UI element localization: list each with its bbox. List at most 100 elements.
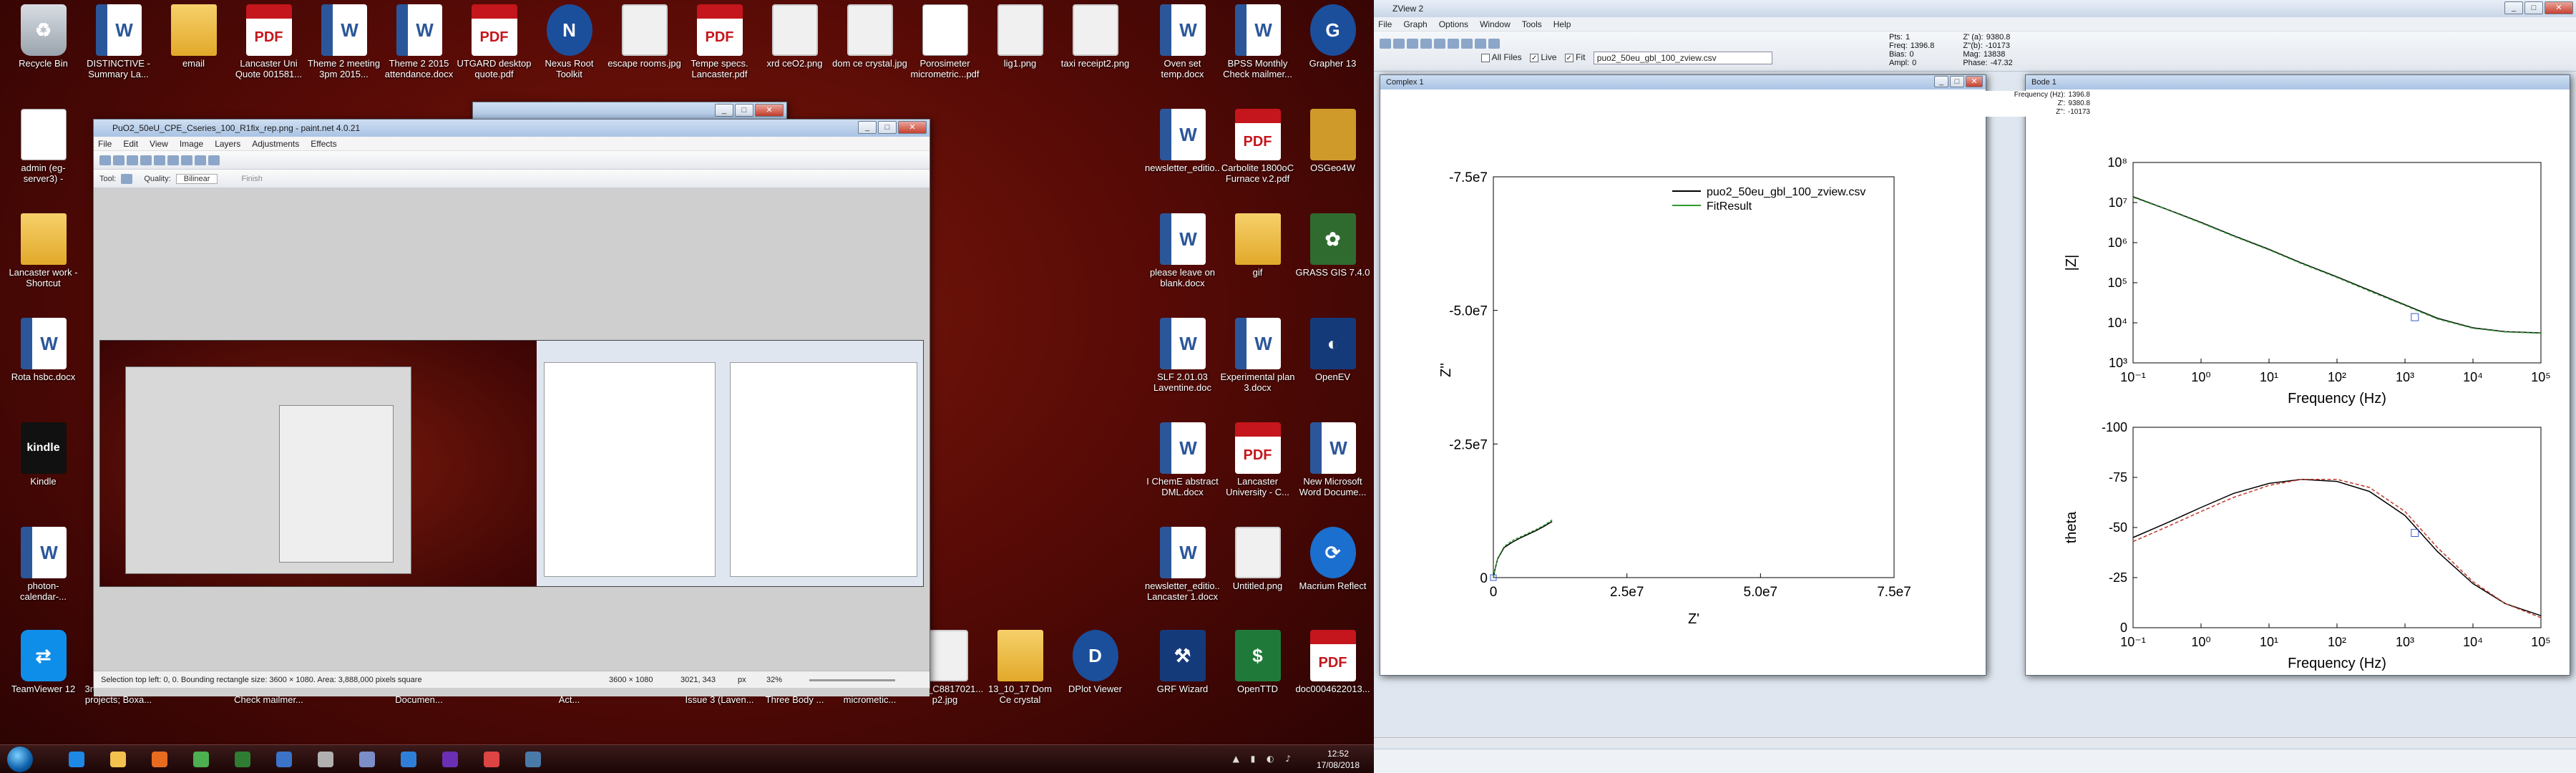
desktop-icon[interactable]: ⚒ GRF Wizard	[1145, 630, 1220, 694]
taskbar-clock[interactable]: 12:52 17/08/2018	[1317, 748, 1360, 771]
explorer-titlebar[interactable]: _ □ ✕	[473, 102, 786, 120]
menu-item[interactable]: File	[1378, 19, 1392, 29]
desktop-icon[interactable]: Untitled.png	[1220, 527, 1295, 591]
save-icon[interactable]	[1393, 39, 1405, 49]
desktop-icon[interactable]: ⟳ Macrium Reflect	[1295, 527, 1370, 591]
taskbar-app-button[interactable]	[223, 747, 262, 772]
complex-titlebar[interactable]: Complex 1 _ □ ✕	[1380, 75, 1986, 89]
taskbar-app-button[interactable]	[431, 747, 469, 772]
menu-item[interactable]: Adjustments	[252, 139, 299, 149]
live-checkbox[interactable]: ✓	[1530, 54, 1539, 62]
desktop-icon[interactable]: kindle Kindle	[6, 422, 81, 487]
save-icon[interactable]	[127, 155, 138, 165]
desktop-icon[interactable]: W DISTINCTIVE - Summary La...	[81, 4, 156, 79]
canvas-image[interactable]	[99, 340, 924, 587]
print-icon[interactable]	[140, 155, 152, 165]
menu-item[interactable]: File	[98, 139, 112, 149]
fit-icon[interactable]	[1475, 39, 1486, 49]
maximize-button[interactable]: □	[2524, 1, 2543, 14]
bode-titlebar[interactable]: Bode 1	[2026, 75, 2570, 89]
desktop-icon[interactable]: ✿ GRASS GIS 7.4.0	[1295, 213, 1370, 278]
desktop-icon[interactable]: Wnewsletter_editio...	[1145, 109, 1220, 173]
paste-icon[interactable]	[181, 155, 192, 165]
close-button[interactable]: ✕	[898, 121, 927, 134]
desktop-icon[interactable]: W Experimental plan 3.docx	[1220, 318, 1295, 393]
desktop-icon[interactable]: Wnewsletter_editio... Lancaster 1.docx	[1145, 527, 1220, 602]
desktop-icon[interactable]: PDF Tempe specs. Lancaster.pdf	[682, 4, 757, 79]
print-icon[interactable]	[1407, 39, 1418, 49]
cursor-icon[interactable]	[1461, 39, 1473, 49]
all-files-checkbox[interactable]	[1481, 54, 1490, 62]
paintnet-window[interactable]: PuO2_50eU_CPE_Cseries_100_R1fix_rep.png …	[93, 119, 930, 696]
nyquist-plot[interactable]: 0 2.5e7 5.0e7 7.5e7 -7.5e7 -5.0e7 -2.5e7 0 Z' Z''…	[1380, 91, 1986, 675]
desktop-icon[interactable]: WI ChemE abstract DML.docx	[1145, 422, 1220, 497]
desktop-icon[interactable]: PDF Lancaster University - C...	[1220, 422, 1295, 497]
menu-item[interactable]: Effects	[311, 139, 336, 149]
quality-select[interactable]: Bilinear	[175, 174, 218, 184]
desktop-icon[interactable]: PDF Carbolite 1800oC Furnace v.2.pdf	[1220, 109, 1295, 184]
menu-item[interactable]: Tools	[1522, 19, 1542, 29]
desktop-icon[interactable]: ⇄ TeamViewer 12	[6, 630, 81, 694]
desktop-icon[interactable]: W Rota hsbc.docx	[6, 318, 81, 382]
menu-item[interactable]: Help	[1553, 19, 1571, 29]
desktop-icon[interactable]: dom ce crystal.jpg	[832, 4, 907, 69]
finish-button[interactable]: Finish	[241, 175, 262, 183]
desktop-icon[interactable]: W Theme 2 meeting 3pm 2015...	[306, 4, 381, 79]
unit-select[interactable]: px	[738, 671, 746, 689]
desktop-icon[interactable]: W Theme 2 2015 attendance.docx	[381, 4, 457, 79]
undo-icon[interactable]	[195, 155, 206, 165]
desktop-icon[interactable]: escape rooms.jpg	[607, 4, 682, 69]
desktop-icon[interactable]: N Nexus Root Toolkit	[532, 4, 607, 79]
desktop-icon[interactable]: Wplease leave on blank.docx	[1145, 213, 1220, 288]
menu-item[interactable]: Graph	[1403, 19, 1427, 29]
start-button[interactable]	[7, 747, 33, 772]
desktop-icon[interactable]: OSGeo4W	[1295, 109, 1370, 173]
desktop-icon[interactable]: ◐ OpenEV	[1295, 318, 1370, 382]
taskbar-app-button[interactable]	[265, 747, 303, 772]
desktop-icon[interactable]: Porosimeter micrometric...pdf	[907, 4, 982, 79]
bode-window[interactable]: Bode 1 10⁻¹ 10⁰ 10¹ 10² 10³ 10⁴ 10⁵ 10³ 10⁴ 10⁵ 10…	[2025, 74, 2570, 676]
taskbar-app-button[interactable]	[99, 747, 137, 772]
complex-window[interactable]: Complex 1 _ □ ✕ Frequency (Hz): 1396.8 Z': 93…	[1380, 74, 2093, 676]
desktop-icon[interactable]: 13_10_17 Dom Ce crystal	[982, 630, 1058, 705]
minimize-button[interactable]: _	[1934, 76, 1948, 87]
desktop-icon[interactable]: taxi receipt2.png	[1058, 4, 1133, 69]
paintnet-canvas-area[interactable]	[94, 188, 930, 696]
maximize-button[interactable]: □	[735, 104, 753, 117]
menu-item[interactable]: Layers	[215, 139, 240, 149]
desktop-icon[interactable]: lig1.png	[982, 4, 1058, 69]
taskbar-app-button[interactable]	[472, 747, 511, 772]
desktop-icon[interactable]: Lancaster work - Shortcut	[6, 213, 81, 288]
desktop-icon[interactable]: WBPSS Monthly Check mailmer...	[1220, 4, 1295, 79]
desktop-icon[interactable]: PDF UTGARD desktop quote.pdf	[457, 4, 532, 79]
move-selection-icon[interactable]	[121, 174, 133, 184]
maximize-button[interactable]: □	[878, 121, 897, 134]
desktop-icon[interactable]: W New Microsoft Word Docume...	[1295, 422, 1370, 497]
file-select[interactable]: puo2_50eu_gbl_100_zview.csv	[1593, 52, 1772, 64]
desktop-icon[interactable]: xrd ceO2.png	[757, 4, 832, 69]
system-tray[interactable]: ▲ ▮ ◐ ♪	[1233, 754, 1295, 764]
desktop-icon[interactable]: $ OpenTTD	[1220, 630, 1295, 694]
menu-item[interactable]: Options	[1439, 19, 1468, 29]
copy-icon[interactable]	[167, 155, 179, 165]
open-icon[interactable]	[1380, 39, 1391, 49]
zoom-out-icon[interactable]	[1434, 39, 1445, 49]
cut-icon[interactable]	[154, 155, 165, 165]
desktop-icon[interactable]: email	[156, 4, 231, 69]
menu-item[interactable]: View	[150, 139, 168, 149]
taskbar-app-button[interactable]	[306, 747, 345, 772]
desktop-icon[interactable]: D DPlot Viewer	[1058, 630, 1133, 694]
desktop-icon[interactable]: admin (eg-server3) - Shortcut	[6, 109, 81, 185]
desktop-icon[interactable]: Wphoton-calendar-...	[6, 527, 81, 602]
taskbar-app-button[interactable]	[140, 747, 179, 772]
paintnet-titlebar[interactable]: PuO2_50eU_CPE_Cseries_100_R1fix_rep.png …	[94, 120, 930, 137]
desktop-icon[interactable]: G Grapher 13	[1295, 4, 1370, 69]
bode-plot[interactable]: 10⁻¹ 10⁰ 10¹ 10² 10³ 10⁴ 10⁵ 10³ 10⁴ 10⁵ 10⁶ 10⁷ 10⁸…	[2026, 91, 2570, 675]
minimize-button[interactable]: _	[2504, 1, 2523, 14]
desktop-icon[interactable]: W Oven set temp.docx	[1145, 4, 1220, 79]
taskbar-app-button[interactable]	[514, 747, 552, 772]
maximize-button[interactable]: □	[1950, 76, 1964, 87]
minimize-button[interactable]: _	[715, 104, 733, 117]
redo-icon[interactable]	[208, 155, 220, 165]
menu-item[interactable]: Edit	[123, 139, 138, 149]
